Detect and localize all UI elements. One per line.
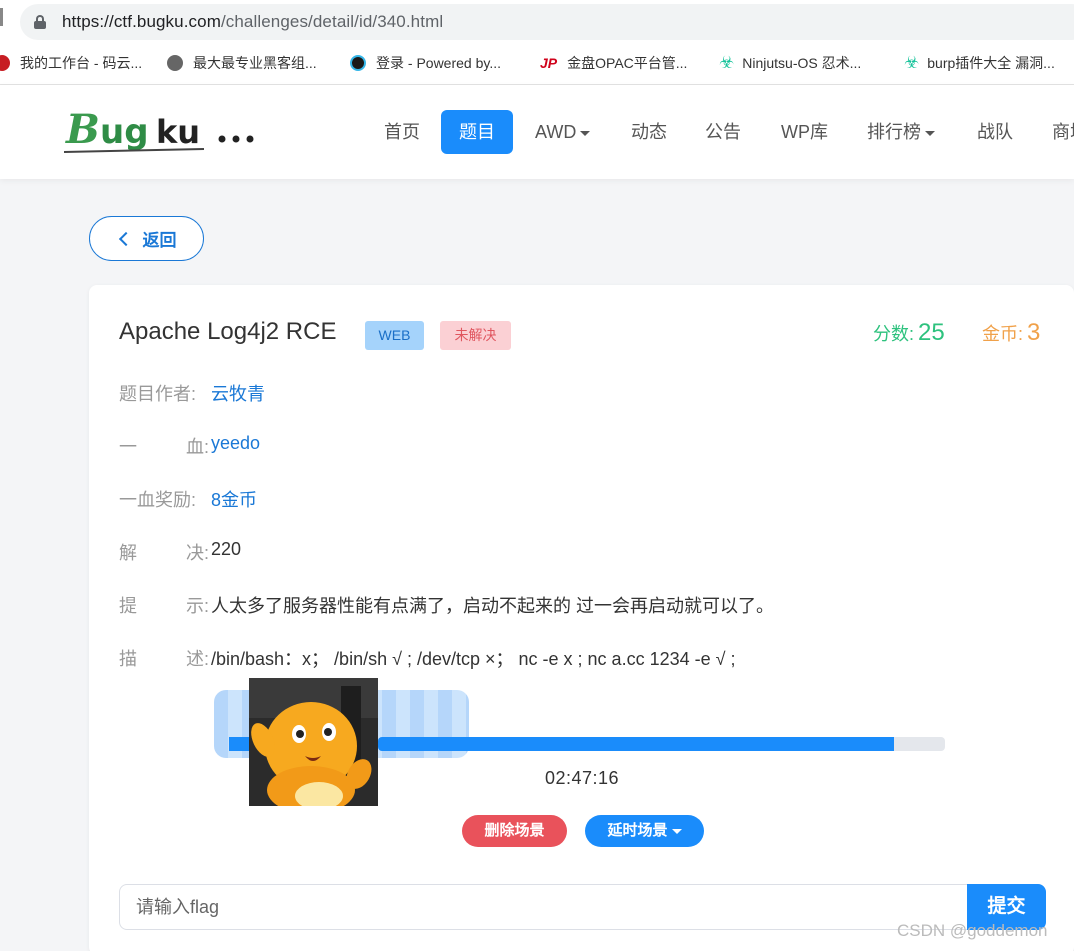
url-text[interactable]: https://ctf.bugku.com/challenges/detail/… — [62, 12, 443, 32]
nav-home[interactable]: 首页 — [384, 110, 420, 154]
score-display: 分数: 25 — [873, 319, 945, 346]
biohazard-icon: ☣ — [719, 53, 735, 72]
caret-down-icon — [580, 130, 591, 136]
bookmark-label: 金盘OPAC平台管... — [567, 55, 688, 71]
nav-wp-library[interactable]: WP库 — [781, 110, 828, 154]
progress-fill — [378, 737, 894, 751]
site-header: B ug ku 首页 题目 AWD 动态 公告 WP库 排行榜 战队 商城 — [0, 85, 1074, 179]
bookmark-label: 我的工作台 - 码云... — [20, 55, 143, 71]
info-label: 描述: — [119, 649, 209, 669]
author-link[interactable]: 云牧青 — [211, 380, 265, 406]
avatar-sticker — [249, 678, 378, 806]
flag-input[interactable] — [119, 884, 969, 930]
description-text: /bin/bash：x； /bin/sh √ ; /dev/tcp ×； nc … — [211, 649, 736, 669]
bugku-logo[interactable]: B ug ku — [63, 99, 264, 159]
bookmark-gitee[interactable]: 我的工作台 - 码云... — [0, 50, 142, 76]
bookmark-burp[interactable]: ☣ burp插件大全 漏洞... — [904, 50, 1055, 76]
lock-icon[interactable] — [34, 15, 46, 29]
bookmark-ninjutsu[interactable]: ☣ Ninjutsu-OS 忍术... — [719, 50, 861, 76]
bookmark-label: Ninjutsu-OS 忍术... — [742, 55, 862, 71]
nav-challenges[interactable]: 题目 — [441, 110, 513, 154]
reward-link[interactable]: 8金币 — [211, 486, 257, 512]
globe-icon — [167, 55, 183, 71]
first-blood-link[interactable]: yeedo — [211, 433, 260, 454]
solves-count: 220 — [211, 539, 242, 559]
challenge-card: Apache Log4j2 RCE WEB 未解决 分数: 25 金币: 3 题目作… — [89, 285, 1074, 951]
scene-timer: 02:47:16 — [545, 768, 620, 788]
info-label: 解决: — [119, 543, 209, 563]
info-label: 一血奖励: — [119, 490, 197, 510]
watermark-text: CSDN @goddemon — [897, 921, 1048, 940]
bookmarks-bar: 我的工作台 - 码云... 最大最专业黑客组... 登录 - Powered b… — [0, 50, 1074, 76]
svg-text:ku: ku — [156, 113, 200, 151]
caret-down-icon — [671, 828, 682, 834]
chevron-left-icon — [118, 231, 133, 246]
powered-icon — [350, 55, 366, 71]
caret-down-icon — [925, 130, 935, 136]
nav-teams[interactable]: 战队 — [977, 110, 1013, 154]
info-label: 提示: — [119, 596, 209, 616]
cartoon-character-image — [249, 678, 378, 806]
bookmark-label: burp插件大全 漏洞... — [927, 55, 1055, 71]
bookmark-hacker-org[interactable]: 最大最专业黑客组... — [167, 50, 317, 76]
jp-icon: JP — [540, 55, 558, 71]
address-bar[interactable]: https://ctf.bugku.com/challenges/detail/… — [20, 4, 1074, 40]
window-edge — [0, 8, 3, 26]
bookmark-login[interactable]: 登录 - Powered by... — [350, 50, 501, 76]
hint-text: 人太多了服务器性能有点满了，启动不起来的 过一会再启动就可以了。 — [211, 596, 774, 616]
nav-announcements[interactable]: 公告 — [705, 110, 741, 154]
info-label: 题目作者: — [119, 384, 197, 404]
info-label: 一血: — [119, 437, 209, 457]
nav-shop[interactable]: 商城 — [1052, 110, 1074, 154]
bookmark-opac[interactable]: JP 金盘OPAC平台管... — [540, 50, 687, 76]
nav-activity[interactable]: 动态 — [631, 110, 667, 154]
back-label: 返回 — [142, 231, 177, 250]
svg-text:ug: ug — [100, 112, 149, 152]
scene-progress-bar — [378, 737, 945, 751]
extend-scene-button[interactable]: 延时场景 — [585, 815, 704, 847]
biohazard-icon: ☣ — [904, 53, 920, 72]
coins-display: 金币: 3 — [982, 319, 1041, 346]
status-badge: 未解决 — [440, 321, 511, 350]
svg-text:B: B — [65, 106, 100, 153]
delete-scene-button[interactable]: 删除场景 — [462, 815, 567, 847]
nav-awd[interactable]: AWD — [535, 110, 591, 154]
back-button[interactable]: 返回 — [89, 216, 204, 261]
progress-left-segment — [229, 737, 249, 751]
bugku-logo-graphic: B ug ku — [63, 106, 254, 153]
challenge-title: Apache Log4j2 RCE — [119, 318, 337, 345]
bookmark-label: 最大最专业黑客组... — [193, 55, 317, 71]
category-badge: WEB — [365, 321, 424, 350]
nav-leaderboard[interactable]: 排行榜 — [867, 110, 935, 154]
browser-toolbar: https://ctf.bugku.com/challenges/detail/… — [0, 0, 1074, 85]
gitee-icon — [0, 55, 10, 71]
bookmark-label: 登录 - Powered by... — [376, 55, 502, 71]
